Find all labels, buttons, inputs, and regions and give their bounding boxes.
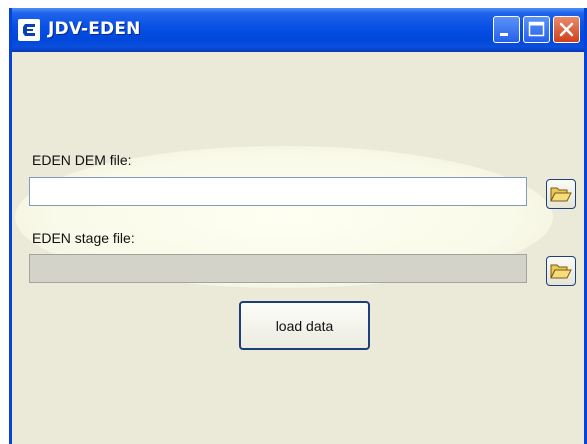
- window-title: JDV-EDEN: [48, 19, 141, 39]
- close-button[interactable]: [553, 16, 580, 43]
- minimize-icon: [500, 33, 508, 36]
- dem-file-input[interactable]: [29, 177, 527, 206]
- minimize-button[interactable]: [493, 16, 520, 43]
- stage-file-input[interactable]: [29, 254, 527, 283]
- close-icon: [559, 22, 574, 37]
- window-client-area: EDEN DEM file: EDEN stage file: load dat…: [12, 52, 584, 444]
- load-data-button[interactable]: load data: [239, 301, 370, 350]
- folder-open-icon: [550, 264, 572, 279]
- dem-file-label: EDEN DEM file:: [32, 152, 132, 168]
- dem-browse-button[interactable]: [546, 179, 576, 209]
- app-e-icon: [18, 19, 40, 41]
- maximize-icon: [528, 21, 545, 37]
- stage-browse-button[interactable]: [546, 256, 576, 286]
- maximize-button[interactable]: [523, 16, 550, 43]
- stage-file-label: EDEN stage file:: [32, 230, 135, 246]
- folder-open-icon: [550, 187, 572, 202]
- title-bar[interactable]: JDV-EDEN: [12, 8, 584, 52]
- app-window: JDV-EDEN EDEN DEM file: EDEN stage file:…: [9, 8, 587, 444]
